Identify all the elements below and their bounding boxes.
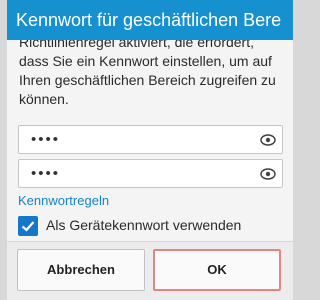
dialog-message: Richtlinienregel aktiviert, die erforder…: [19, 40, 293, 124]
password-rules-link[interactable]: Kennwortregeln: [18, 193, 109, 208]
message-line: Richtlinienregel aktiviert, die erforder…: [19, 40, 254, 50]
eye-icon[interactable]: [260, 166, 276, 182]
password-field[interactable]: ••••: [18, 125, 283, 154]
device-password-checkbox[interactable]: [18, 216, 38, 236]
device-password-label: Als Gerätekennwort verwenden: [46, 217, 242, 233]
checkmark-icon: [21, 221, 35, 232]
message-line: können.: [19, 91, 69, 107]
device-password-option[interactable]: Als Gerätekennwort verwenden: [18, 214, 288, 238]
dialog-title: Kennwort für geschäftlichen Bere: [7, 0, 293, 40]
password-dialog: Kennwort für geschäftlichen Bere Richtli…: [7, 0, 293, 300]
confirm-password-field[interactable]: ••••: [18, 159, 283, 188]
confirm-password-value: ••••: [31, 165, 61, 182]
message-line: Ihren geschäftlichen Bereich zugreifen z…: [19, 72, 276, 88]
button-bar: Abbrechen OK: [7, 241, 293, 300]
password-value: ••••: [31, 131, 61, 148]
message-line: dass Sie ein Kennwort einstellen, um auf: [19, 53, 272, 69]
eye-icon[interactable]: [260, 132, 276, 148]
cancel-button[interactable]: Abbrechen: [17, 249, 145, 291]
ok-button[interactable]: OK: [153, 249, 281, 291]
